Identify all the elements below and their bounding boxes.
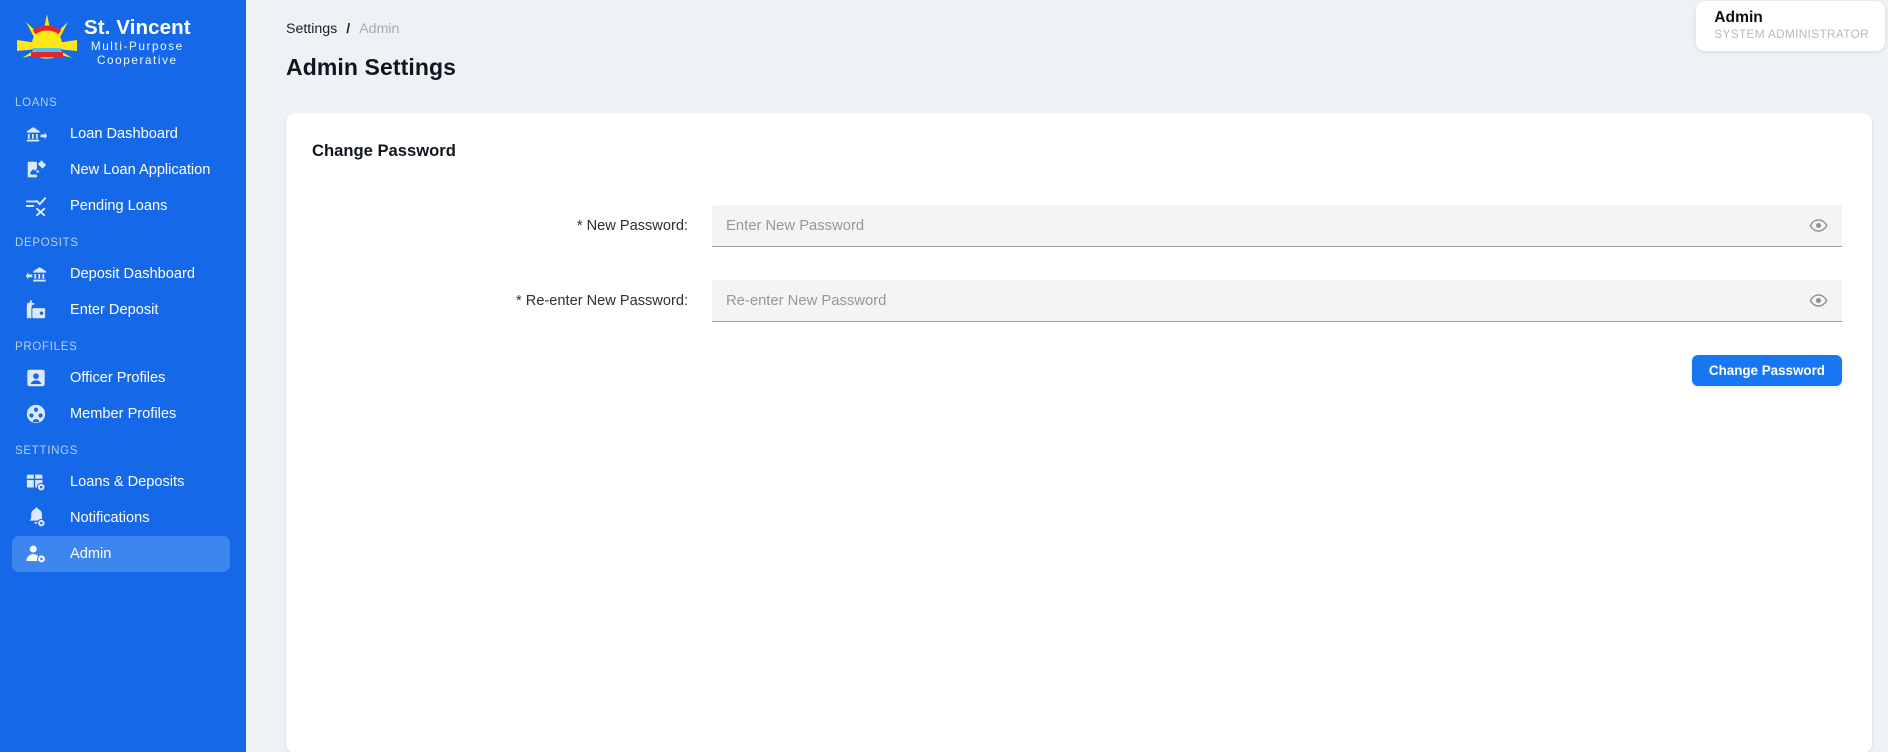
nav-section-settings: SETTINGS — [15, 445, 79, 457]
breadcrumb-separator: / — [346, 21, 351, 37]
eye-icon[interactable] — [1807, 215, 1829, 237]
sun-logo-icon — [14, 12, 80, 72]
sidebar-item-officer-profiles[interactable]: Officer Profiles — [12, 360, 230, 396]
nav-section-profiles: PROFILES — [15, 341, 78, 353]
new-password-input[interactable] — [712, 205, 1842, 246]
user-name: Admin — [1714, 9, 1763, 26]
group-circle-icon — [24, 402, 48, 426]
brand-header[interactable]: St. Vincent Multi-Purpose Cooperative — [0, 0, 246, 74]
breadcrumb: Settings / Admin — [246, 0, 1888, 44]
person-gear-icon — [24, 542, 48, 566]
card-title: Change Password — [312, 141, 456, 160]
nav-section-loans: LOANS — [15, 97, 58, 109]
sidebar-item-label: Loan Dashboard — [70, 126, 178, 142]
main-content: Settings / Admin Admin Settings Change P… — [246, 0, 1888, 752]
new-password-row: * New Password: — [312, 205, 1842, 247]
bell-gear-icon — [24, 506, 48, 530]
brand-subtitle-line1: Multi-Purpose — [90, 40, 184, 53]
new-password-input-wrap[interactable] — [712, 205, 1842, 247]
sidebar-item-label: New Loan Application — [70, 162, 211, 178]
sidebar-item-loans-and-deposits[interactable]: Loans & Deposits — [12, 464, 230, 500]
brand-text: St. Vincent Multi-Purpose Cooperative — [84, 16, 191, 68]
eye-icon[interactable] — [1807, 290, 1829, 312]
breadcrumb-admin[interactable]: Admin — [359, 21, 399, 37]
sidebar-item-label: Admin — [70, 546, 112, 562]
sidebar-item-new-loan-application[interactable]: New Loan Application — [12, 152, 230, 188]
page-title: Admin Settings — [286, 54, 457, 80]
bank-arrow-icon — [24, 122, 48, 146]
change-password-button[interactable]: Change Password — [1691, 355, 1842, 386]
checklist-x-icon — [24, 194, 48, 218]
document-pen-icon — [24, 158, 48, 182]
sidebar-item-member-profiles[interactable]: Member Profiles — [12, 396, 230, 432]
change-password-card: Change Password * New Password: * Re-ent… — [286, 113, 1872, 752]
reenter-password-input[interactable] — [712, 280, 1842, 321]
sidebar-item-pending-loans[interactable]: Pending Loans — [12, 188, 230, 224]
sidebar-item-label: Enter Deposit — [70, 302, 159, 318]
sidebar-item-notifications[interactable]: Notifications — [12, 500, 230, 536]
arrow-bank-icon — [24, 262, 48, 286]
reenter-password-input-wrap[interactable] — [712, 280, 1842, 322]
grid-gear-icon — [24, 470, 48, 494]
user-card[interactable]: Admin SYSTEM ADMINISTRATOR — [1696, 1, 1885, 51]
reenter-password-label: * Re-enter New Password: — [516, 293, 688, 309]
id-badge-icon — [24, 366, 48, 390]
sidebar: St. Vincent Multi-Purpose Cooperative LO… — [0, 0, 246, 752]
sidebar-nav: LOANS Loan Dashboard New Loan Applicatio… — [0, 74, 246, 572]
new-password-label: * New Password: — [576, 218, 688, 234]
button-row: Change Password — [312, 355, 1842, 386]
sidebar-item-label: Officer Profiles — [70, 370, 166, 386]
sidebar-item-admin[interactable]: Admin — [12, 536, 230, 572]
brand-name: St. Vincent — [84, 16, 191, 39]
app-root: St. Vincent Multi-Purpose Cooperative LO… — [0, 0, 1888, 752]
breadcrumb-settings[interactable]: Settings — [286, 21, 337, 37]
sidebar-item-label: Deposit Dashboard — [70, 266, 195, 282]
sidebar-item-label: Notifications — [70, 510, 150, 526]
sidebar-item-label: Loans & Deposits — [70, 474, 185, 490]
sidebar-item-enter-deposit[interactable]: Enter Deposit — [12, 292, 230, 328]
user-role: SYSTEM ADMINISTRATOR — [1714, 27, 1869, 41]
sidebar-item-loan-dashboard[interactable]: Loan Dashboard — [12, 116, 230, 152]
sidebar-item-deposit-dashboard[interactable]: Deposit Dashboard — [12, 256, 230, 292]
wallet-plus-icon — [24, 298, 48, 322]
nav-section-deposits: DEPOSITS — [15, 237, 79, 249]
brand-subtitle-line2: Cooperative — [97, 54, 178, 67]
reenter-password-row: * Re-enter New Password: — [312, 280, 1842, 322]
sidebar-item-label: Member Profiles — [70, 406, 177, 422]
sidebar-item-label: Pending Loans — [70, 198, 168, 214]
